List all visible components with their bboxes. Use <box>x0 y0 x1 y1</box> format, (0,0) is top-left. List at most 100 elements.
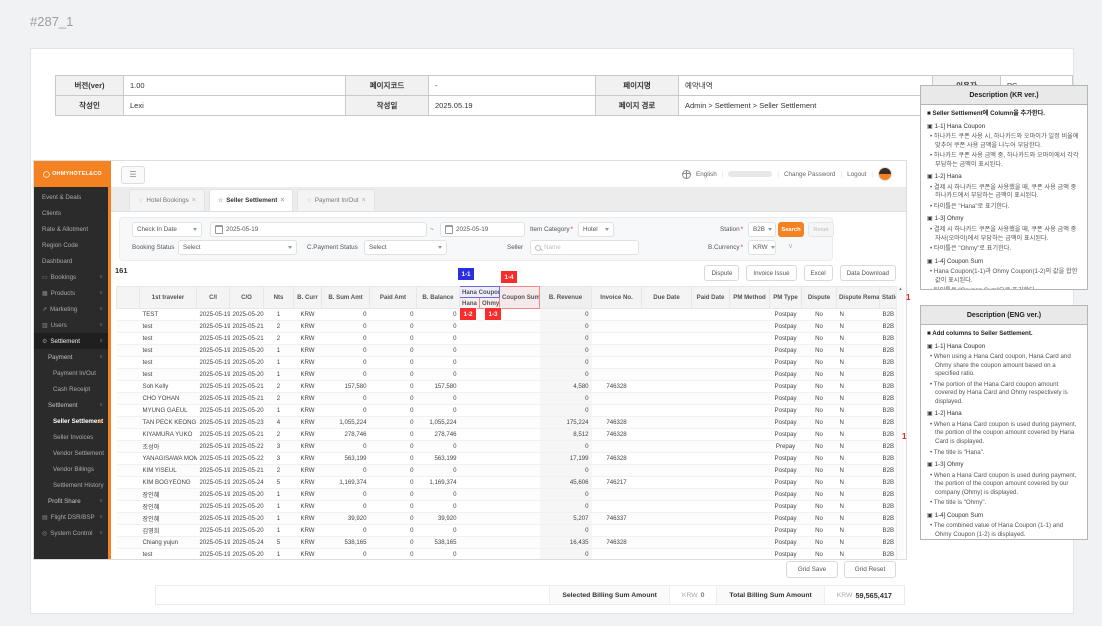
col-b-curr[interactable]: B. Curr <box>294 287 322 309</box>
sidebar-item-region-code[interactable]: Region Code <box>34 237 108 253</box>
table-row[interactable]: 장인혜2025-05-192025-05-201KRW0000PostpayNo… <box>117 501 897 513</box>
col-dispute-remark[interactable]: Dispute Remark <box>837 287 880 309</box>
row-select-cell[interactable] <box>117 549 140 560</box>
date-type-select[interactable]: Check In Date <box>132 222 202 237</box>
favorite-star-icon[interactable]: ☆ <box>218 197 223 204</box>
sidebar-item-settlement[interactable]: Settlement∧ <box>34 397 108 413</box>
favorite-star-icon[interactable]: ☆ <box>138 197 143 204</box>
tab-hotel-bookings[interactable]: ☆Hotel Bookings× <box>129 189 205 211</box>
sidebar-item-cash-receipt[interactable]: Cash Receipt <box>34 381 108 397</box>
logout-link[interactable]: Logout <box>847 171 866 178</box>
row-select-cell[interactable] <box>117 537 140 549</box>
invoice-issue-button[interactable]: Invoice Issue <box>746 265 796 281</box>
table-row[interactable]: 김영희2025-05-192025-05-201KRW0000PostpayNo… <box>117 525 897 537</box>
table-row[interactable]: test2025-05-192025-05-201KRW0000PostpayN… <box>117 357 897 369</box>
col-ci[interactable]: C/I <box>197 287 230 309</box>
grid-reset-button[interactable]: Grid Reset <box>844 561 896 578</box>
table-row[interactable]: 장인혜2025-05-192025-05-201KRW0000PostpayNo… <box>117 489 897 501</box>
sidebar-item-vendor-billings[interactable]: Vendor Billings <box>34 461 108 477</box>
table-row[interactable]: TEST2025-05-192025-05-201KRW0000PostpayN… <box>117 309 897 321</box>
close-icon[interactable]: × <box>280 197 284 204</box>
table-row[interactable]: CHO YOHAN2025-05-192025-05-212KRW0000Pos… <box>117 393 897 405</box>
seller-search-input[interactable]: Name <box>530 240 639 255</box>
sidebar-item-seller-settlement[interactable]: Seller Settlement <box>34 413 108 429</box>
table-row[interactable]: KIYAMURA YUKO2025-05-192025-05-212KRW278… <box>117 429 897 441</box>
sidebar-item-event-deals[interactable]: Event & Deals <box>34 189 108 205</box>
c-payment-status-select[interactable]: Select <box>364 240 447 255</box>
table-row[interactable]: YANAGISAWA MOMOKO2025-05-192025-05-223KR… <box>117 453 897 465</box>
row-select-cell[interactable] <box>117 477 140 489</box>
grid-vertical-scrollbar[interactable]: ▲ <box>896 286 904 559</box>
table-row[interactable]: test2025-05-192025-05-201KRW0000PostpayN… <box>117 369 897 381</box>
close-icon[interactable]: × <box>192 197 196 204</box>
table-row[interactable]: MYUNG GAEUL2025-05-192025-05-201KRW0000P… <box>117 405 897 417</box>
table-row[interactable]: Chiang yujun2025-05-192025-05-245KRW538,… <box>117 537 897 549</box>
table-row[interactable]: KIM BOGYEONG2025-05-192025-05-245KRW1,16… <box>117 477 897 489</box>
col-dispute[interactable]: Dispute <box>802 287 837 309</box>
row-select-cell[interactable] <box>117 441 140 453</box>
date-from-input[interactable]: 2025-05-19 <box>210 222 427 237</box>
col-due-date[interactable]: Due Date <box>642 287 692 309</box>
sidebar-item-vendor-settlement[interactable]: Vendor Settlement <box>34 445 108 461</box>
sidebar-item-settlement[interactable]: ⚙Settlement∧ <box>34 333 108 349</box>
data-download-button[interactable]: Data Download <box>840 265 896 281</box>
row-select-cell[interactable] <box>117 333 140 345</box>
dispute-button[interactable]: Dispute <box>704 265 739 281</box>
grid-save-button[interactable]: Grid Save <box>786 561 838 578</box>
row-select-cell[interactable] <box>117 393 140 405</box>
table-row[interactable]: 조성아2025-05-192025-05-223KRW0000PrepayNoN… <box>117 441 897 453</box>
row-select-cell[interactable] <box>117 513 140 525</box>
row-select-cell[interactable] <box>117 525 140 537</box>
col-paid-amt[interactable]: Paid Amt <box>370 287 417 309</box>
row-select-cell[interactable] <box>117 417 140 429</box>
sidebar-item-payment[interactable]: Payment∧ <box>34 349 108 365</box>
table-row[interactable]: test2025-05-192025-05-201KRW0000PostpayN… <box>117 345 897 357</box>
language-switcher[interactable]: English <box>696 171 717 178</box>
scroll-up-icon[interactable]: ▲ <box>897 286 904 292</box>
col-coupon-sum[interactable]: Coupon Sum <box>500 287 540 309</box>
col-invoice-no[interactable]: Invoice No. <box>592 287 642 309</box>
table-row[interactable]: KIM YISEUL2025-05-192025-05-212KRW0000Po… <box>117 465 897 477</box>
avatar[interactable] <box>878 167 892 181</box>
row-select-cell[interactable] <box>117 405 140 417</box>
row-select-cell[interactable] <box>117 501 140 513</box>
tab-payment-in-out[interactable]: ☆Payment In/Out× <box>297 189 374 211</box>
change-password-link[interactable]: Change Password <box>784 171 835 178</box>
sidebar-item-dashboard[interactable]: Dashboard <box>34 253 108 269</box>
station-select[interactable]: B2B <box>748 222 776 237</box>
col-group-hana-coupon[interactable]: Hana Coupon <box>460 287 500 298</box>
row-select-cell[interactable] <box>117 321 140 333</box>
select-all-header[interactable] <box>117 287 140 309</box>
col-b-balance[interactable]: B. Balance <box>417 287 460 309</box>
col-pm-type[interactable]: PM Type <box>770 287 802 309</box>
table-row[interactable]: TAN PECK KEONG2025-05-192025-05-234KRW1,… <box>117 417 897 429</box>
sidebar-item-rate-allotment[interactable]: Rate & Allotment <box>34 221 108 237</box>
col-nts[interactable]: Nts <box>264 287 294 309</box>
search-button[interactable]: Search <box>778 222 804 237</box>
col-b-revenue[interactable]: B. Revenue <box>540 287 592 309</box>
tab-seller-settlement[interactable]: ☆Seller Settlement× <box>209 189 294 211</box>
b-currency-select[interactable]: KRW <box>748 240 776 255</box>
row-select-cell[interactable] <box>117 357 140 369</box>
sidebar-item-seller-invoices[interactable]: Seller Invoices <box>34 429 108 445</box>
col-ohmy[interactable]: Ohmy <box>480 298 500 309</box>
favorite-star-icon[interactable]: ☆ <box>306 197 311 204</box>
item-category-select[interactable]: Hotel <box>578 222 614 237</box>
row-select-cell[interactable] <box>117 429 140 441</box>
table-row[interactable]: test2025-05-192025-05-212KRW0000PostpayN… <box>117 333 897 345</box>
sidebar-item-users[interactable]: ▥Users∨ <box>34 317 108 333</box>
row-select-cell[interactable] <box>117 453 140 465</box>
row-select-cell[interactable] <box>117 381 140 393</box>
col-co[interactable]: C/O <box>230 287 264 309</box>
row-select-cell[interactable] <box>117 489 140 501</box>
table-row[interactable]: test2025-05-192025-05-212KRW0000PostpayN… <box>117 321 897 333</box>
col-paid-date[interactable]: Paid Date <box>692 287 730 309</box>
table-row[interactable]: 장인혜2025-05-192025-05-201KRW39,920039,920… <box>117 513 897 525</box>
sidebar-item-system-control[interactable]: ◎System Control∨ <box>34 525 108 541</box>
sidebar-item-settlement-history[interactable]: Settlement History <box>34 477 108 493</box>
date-to-input[interactable]: 2025-05-19 <box>440 222 525 237</box>
row-select-cell[interactable] <box>117 465 140 477</box>
sidebar-item-products[interactable]: ▦Products∨ <box>34 285 108 301</box>
col-b-sum-amt[interactable]: B. Sum Amt <box>322 287 370 309</box>
booking-status-select[interactable]: Select <box>178 240 297 255</box>
